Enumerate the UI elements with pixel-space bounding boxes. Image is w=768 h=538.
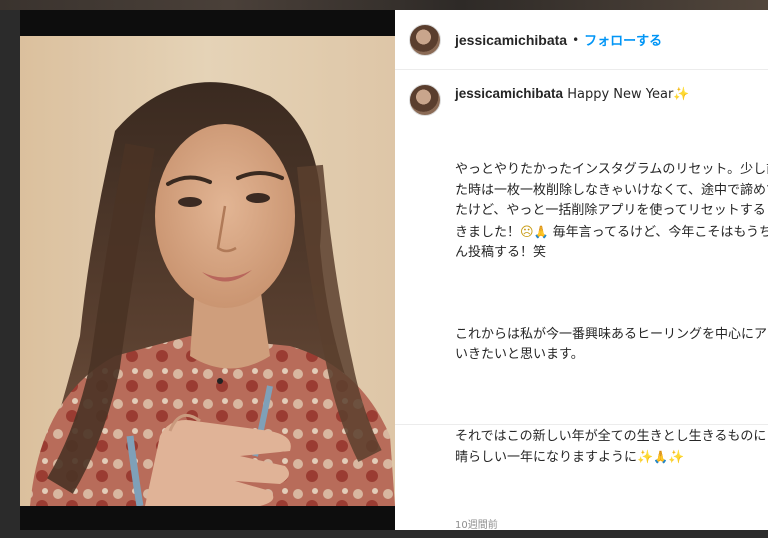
caption-paragraph-2: これからは私が今一番興味あるヒーリングを中心にアップして いきたいと思います。 (455, 325, 768, 366)
caption-line: これからは私が今一番興味あるヒーリングを中心にアップして (455, 326, 768, 342)
username-link[interactable]: jessicamichibata (455, 32, 567, 48)
caption-line: ん投稿する！笑 (455, 245, 547, 260)
separator-dot: • (572, 32, 580, 47)
post-header: jessicamichibata • フォローする (395, 10, 768, 70)
sparkle-icon: ✨ (637, 450, 654, 465)
avatar[interactable] (409, 23, 441, 56)
letterbox-top (20, 10, 395, 36)
post-modal: jessicamichibata • フォローする jessicamichiba… (20, 10, 768, 530)
sad-face-icon: ☹ (520, 224, 534, 240)
post-media[interactable] (20, 10, 395, 530)
pray-icon: 🙏 (653, 450, 669, 464)
caption-text: やっとやりたかったインスタグラムのリセット。少し前に消そうとし た時は一枚一枚削… (455, 119, 768, 510)
caption-line: 毎年言ってるけど、今年こそはもうちょっとたくさ (552, 224, 768, 240)
caption-line: いきたいと思います。 (455, 347, 584, 362)
caption-line: たけど、やっと一括削除アプリを使ってリセットすることがで (455, 203, 768, 218)
caption-line: 晴らしい一年になりますように (455, 450, 638, 465)
sparkle-icon: ✨ (673, 87, 690, 102)
caption-line: それではこの新しい年が全ての生きとし生きるものにとって素 (455, 428, 768, 444)
pray-icon: 🙏 (533, 224, 549, 239)
caption: jessicamichibata Happy New Year✨ やっとやりたか… (395, 70, 768, 530)
post-timestamp[interactable]: 10週間前 (455, 516, 768, 531)
letterbox-bottom (20, 506, 395, 530)
portrait-illustration (20, 36, 395, 506)
caption-body: jessicamichibata Happy New Year✨ やっとやりたか… (455, 84, 768, 530)
caption-line: やっとやりたかったインスタグラムのリセット。少し前に消そうとし (455, 162, 768, 177)
sparkle-icon: ✨ (668, 450, 685, 465)
caption-greeting: Happy New Year (567, 87, 674, 102)
comments-divider (395, 424, 768, 425)
caption-line: きました！ (455, 224, 521, 240)
caption-paragraph-1: やっとやりたかったインスタグラムのリセット。少し前に消そうとし た時は一枚一枚削… (455, 160, 768, 264)
caption-username-link[interactable]: jessicamichibata (455, 86, 563, 101)
follow-button[interactable]: フォローする (584, 30, 662, 49)
caption-head: jessicamichibata Happy New Year✨ (455, 84, 768, 105)
background-feed-strip (0, 0, 768, 10)
post-photo (20, 36, 395, 506)
caption-paragraph-3: それではこの新しい年が全ての生きとし生きるものにとって素 晴らしい一年になります… (455, 427, 768, 469)
caption-line: た時は一枚一枚削除しなきゃいけなくて、途中で諦めてしまっていまし (455, 182, 768, 198)
caption-avatar[interactable] (409, 84, 441, 116)
post-info-panel: jessicamichibata • フォローする jessicamichiba… (395, 10, 768, 530)
